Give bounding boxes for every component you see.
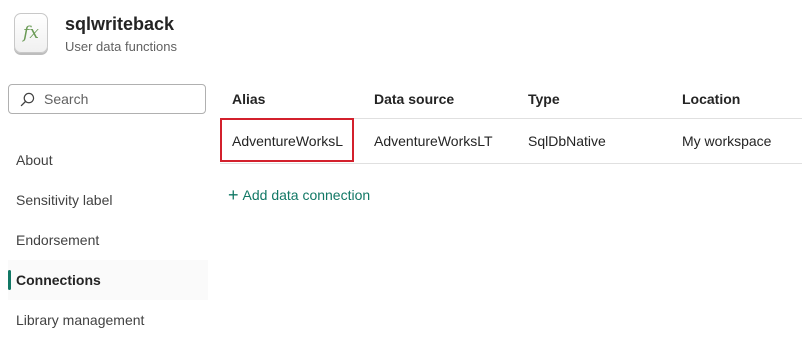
- function-icon: fx: [14, 13, 48, 53]
- app-subtitle: User data functions: [65, 38, 178, 54]
- column-header-location[interactable]: Location: [682, 91, 802, 107]
- app-title: sqlwriteback: [65, 13, 175, 34]
- settings-nav: About Sensitivity label Endorsement Conn…: [8, 140, 208, 340]
- add-data-connection-label: Add data connection: [242, 187, 371, 203]
- cell-data-source: AdventureWorksLT: [374, 133, 493, 149]
- cell-alias[interactable]: AdventureWorksL: [220, 133, 374, 149]
- column-header-alias[interactable]: Alias: [220, 91, 374, 107]
- nav-item-connections[interactable]: Connections: [8, 260, 208, 300]
- nav-item-label: Connections: [16, 272, 101, 288]
- table-header: Alias Data source Type Location: [220, 80, 802, 119]
- alias-value: AdventureWorksL: [232, 133, 344, 149]
- nav-item-label: Endorsement: [16, 232, 100, 248]
- app-titles: sqlwriteback User data functions: [65, 13, 177, 54]
- search-box[interactable]: [8, 84, 206, 114]
- app-header: fx sqlwriteback User data functions: [14, 10, 177, 56]
- nav-item-sensitivity-label[interactable]: Sensitivity label: [8, 180, 208, 220]
- add-data-connection-button[interactable]: + Add data connection: [228, 186, 370, 204]
- nav-item-label: Sensitivity label: [16, 192, 113, 208]
- function-icon-glyph: fx: [23, 23, 39, 43]
- table-row[interactable]: AdventureWorksL AdventureWorksLT SqlDbNa…: [220, 119, 802, 164]
- search-input[interactable]: [42, 90, 196, 108]
- nav-item-about[interactable]: About: [8, 140, 208, 180]
- cell-location: My workspace: [682, 133, 772, 149]
- plus-icon: +: [228, 185, 239, 205]
- nav-item-endorsement[interactable]: Endorsement: [8, 220, 208, 260]
- search-icon: [20, 92, 35, 106]
- nav-item-label: Library management: [16, 312, 145, 328]
- column-header-data-source[interactable]: Data source: [374, 91, 528, 107]
- nav-item-library-management[interactable]: Library management: [8, 300, 208, 340]
- nav-item-label: About: [16, 152, 53, 168]
- cell-type: SqlDbNative: [528, 133, 606, 149]
- connections-table: Alias Data source Type Location Adventur…: [220, 80, 802, 164]
- column-header-type[interactable]: Type: [528, 91, 682, 107]
